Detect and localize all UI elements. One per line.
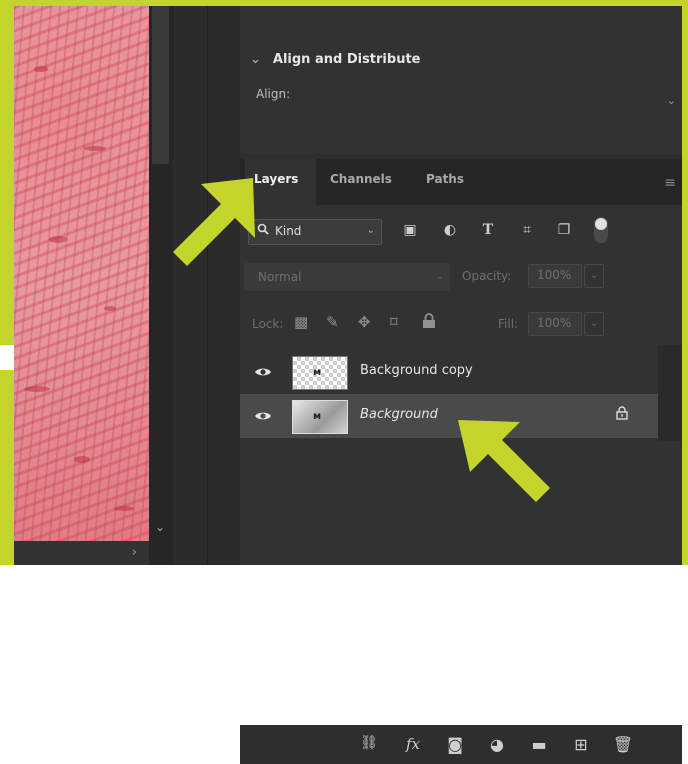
smart-object-filter-icon[interactable]: ❐: [554, 220, 574, 240]
layers-panel-footer: ⛓ fx ◙ ◕ ▬ ⊞ 🗑: [240, 725, 682, 764]
document-canvas[interactable]: [14, 6, 149, 541]
fill-input[interactable]: 100%: [528, 312, 582, 336]
fill-label: Fill:: [498, 317, 519, 331]
opacity-value: 100%: [537, 268, 572, 282]
new-group-icon[interactable]: ▬: [528, 735, 550, 754]
scroll-down-icon[interactable]: ⌄: [155, 520, 165, 534]
divider: [207, 6, 208, 565]
lock-artboard-icon[interactable]: ⌑: [390, 313, 398, 331]
lock-all-icon[interactable]: [422, 313, 436, 333]
adjustment-layer-icon[interactable]: ◕: [486, 735, 508, 754]
layers-panel-tabbar: Layers Channels Paths ≡: [240, 159, 682, 205]
align-distribute-header[interactable]: ⌄ Align and Distribute: [250, 52, 420, 67]
align-label: Align:: [256, 87, 291, 101]
canvas-horizontal-scrollbar[interactable]: ›: [14, 541, 149, 565]
visibility-eye-icon[interactable]: [254, 364, 272, 378]
fx-icon[interactable]: fx: [402, 735, 424, 753]
canvas-texture: [34, 66, 48, 72]
opacity-label: Opacity:: [462, 269, 512, 283]
lock-transparent-pixels-icon[interactable]: ▩: [294, 313, 308, 331]
filter-toggle-switch[interactable]: [594, 217, 608, 243]
type-filter-icon[interactable]: T: [478, 220, 498, 240]
layer-thumbnail: ᴍ: [292, 400, 348, 434]
scrollbar-thumb[interactable]: [152, 6, 169, 164]
link-layers-icon[interactable]: ⛓: [358, 735, 380, 751]
annotation-arrow-up-left-icon: [458, 420, 550, 502]
annotation-arrow-up-right-icon: [173, 178, 255, 266]
layer-row-background[interactable]: ᴍ Background: [240, 394, 658, 438]
visibility-eye-icon[interactable]: [254, 408, 272, 422]
delete-layer-icon[interactable]: 🗑: [612, 735, 634, 754]
collapse-chevron-icon[interactable]: ⌄: [250, 52, 261, 67]
canvas-texture: [49, 236, 67, 243]
layer-name[interactable]: Background: [360, 407, 438, 422]
shape-filter-icon[interactable]: ⌗: [517, 220, 537, 240]
fill-value: 100%: [537, 316, 572, 330]
lock-position-icon[interactable]: ✥: [358, 313, 371, 331]
annotation-border-left-lower: [0, 370, 14, 565]
image-filter-icon[interactable]: ▣: [400, 220, 420, 240]
lock-image-pixels-icon[interactable]: ✎: [326, 313, 339, 331]
scroll-right-icon[interactable]: ›: [132, 545, 137, 560]
align-distribute-title: Align and Distribute: [272, 52, 421, 67]
adjustment-filter-icon[interactable]: ◐: [440, 220, 460, 240]
opacity-dropdown[interactable]: ⌄: [584, 264, 604, 288]
canvas-vertical-scrollbar[interactable]: ⌄: [149, 6, 173, 565]
canvas-texture: [24, 386, 50, 392]
layer-name[interactable]: Background copy: [360, 363, 473, 378]
filter-kind-label: Kind: [275, 224, 302, 238]
new-layer-icon[interactable]: ⊞: [570, 735, 592, 754]
panel-menu-icon[interactable]: ≡: [664, 175, 676, 191]
tab-channels[interactable]: Channels: [330, 172, 392, 186]
canvas-texture: [84, 146, 106, 151]
fill-dropdown[interactable]: ⌄: [584, 312, 604, 336]
annotation-border-right: [682, 0, 688, 565]
canvas-texture: [114, 506, 134, 511]
tab-paths[interactable]: Paths: [426, 172, 464, 186]
layer-thumbnail: ᴍ: [292, 356, 348, 390]
chevron-down-icon: ⌄: [366, 225, 375, 236]
layer-lock-icon[interactable]: [616, 406, 628, 424]
opacity-input[interactable]: 100%: [528, 264, 582, 288]
thumbnail-content: ᴍ: [313, 367, 322, 378]
chevron-down-icon[interactable]: ⌄: [667, 94, 676, 107]
align-distribute-section: ⌄ Align and Distribute Align: ⌄: [240, 6, 682, 154]
thumbnail-content: ᴍ: [313, 411, 322, 422]
canvas-texture: [74, 456, 90, 463]
toggle-knob: [595, 218, 607, 230]
chevron-down-icon: ⌄: [435, 271, 444, 282]
add-mask-icon[interactable]: ◙: [444, 735, 466, 754]
canvas-texture: [104, 306, 116, 311]
layer-row-background-copy[interactable]: ᴍ Background copy: [240, 350, 658, 394]
lock-label: Lock:: [252, 317, 284, 331]
layers-list-scrollbar[interactable]: [658, 345, 682, 441]
panel-dock-gutter: [173, 6, 240, 565]
